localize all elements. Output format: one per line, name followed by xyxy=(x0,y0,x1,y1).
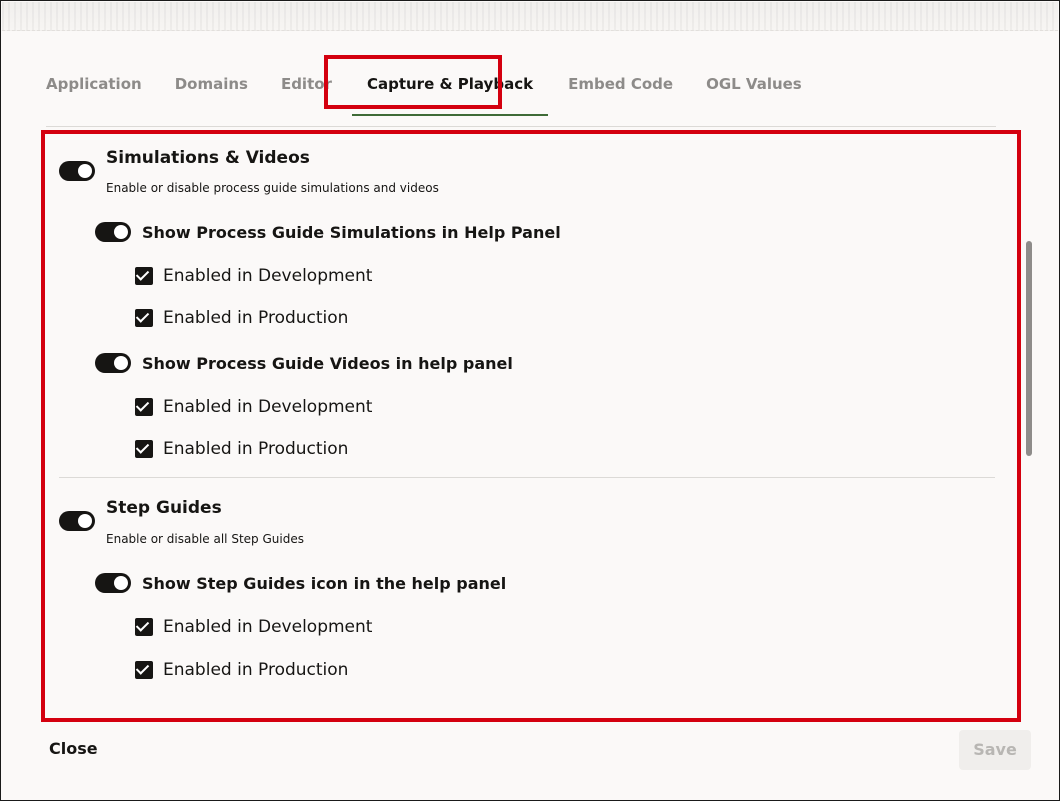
tab-embed-code[interactable]: Embed Code xyxy=(568,61,673,107)
tab-application[interactable]: Application xyxy=(46,61,142,107)
save-button[interactable]: Save xyxy=(959,730,1031,770)
tab-domains[interactable]: Domains xyxy=(175,61,248,107)
tabs-divider xyxy=(46,126,996,127)
tab-highlight-box xyxy=(324,55,502,109)
active-tab-indicator xyxy=(351,114,549,116)
close-button[interactable]: Close xyxy=(49,739,98,758)
tab-ogl-values[interactable]: OGL Values xyxy=(706,61,802,107)
settings-dialog: Application Domains Editor Capture & Pla… xyxy=(0,0,1060,801)
torn-edge xyxy=(2,2,1058,31)
content-highlight-box xyxy=(41,130,1021,722)
scrollbar-thumb[interactable] xyxy=(1026,241,1032,456)
